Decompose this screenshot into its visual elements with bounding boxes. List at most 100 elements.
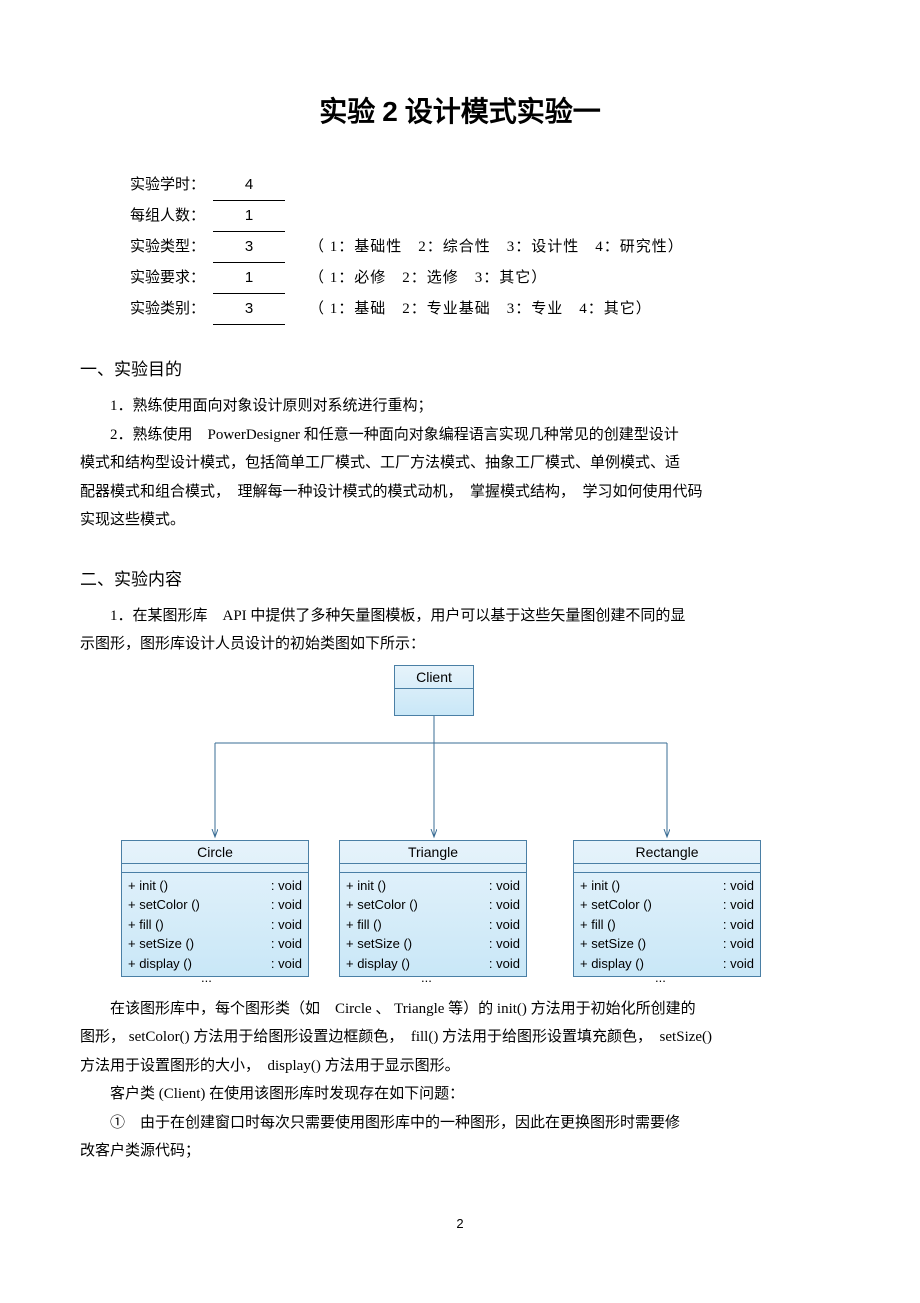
uml-class-name-client: Client — [395, 666, 473, 689]
experiment-meta: 实验学时： 4 每组人数： 1 实验类型： 3 （ 1：基础性 2：综合性 3：… — [130, 170, 820, 325]
op-ret: : void — [271, 895, 302, 915]
page-number: 2 — [80, 1216, 840, 1231]
op-sig: + init () — [580, 876, 620, 896]
meta-legend-req: （ 1：必修 2：选修 3：其它） — [309, 263, 547, 293]
uml-op-row: + setColor () : void — [128, 895, 302, 915]
meta-label-type: 实验类型： — [130, 232, 205, 262]
uml-op-row: + display () : void — [128, 954, 302, 974]
title-number: 2 — [382, 96, 398, 127]
meta-row-req: 实验要求： 1 （ 1：必修 2：选修 3：其它） — [130, 263, 820, 294]
uml-attrs-triangle — [340, 864, 526, 873]
meta-value-group: 1 — [213, 201, 285, 232]
meta-row-hours: 实验学时： 4 — [130, 170, 820, 201]
op-sig: + setColor () — [346, 895, 418, 915]
uml-ops-circle: + init () : void + setColor () : void + fi… — [122, 873, 308, 977]
purpose-item-2b: 模式和结构型设计模式，包括简单工厂模式、工厂方法模式、抽象工厂模式、单例模式、适 — [80, 449, 840, 478]
purpose-item-2a: 2．熟练使用 PowerDesigner 和任意一种面向对象编程语言实现几种常见… — [80, 421, 840, 450]
op-sig: + display () — [128, 954, 192, 974]
meta-label-hours: 实验学时： — [130, 170, 205, 200]
uml-op-row: + fill () : void — [128, 915, 302, 935]
section-heading-content: 二、实验内容 — [80, 565, 840, 590]
uml-class-name-triangle: Triangle — [340, 841, 526, 864]
meta-row-type: 实验类型： 3 （ 1：基础性 2：综合性 3：设计性 4：研究性） — [130, 232, 820, 263]
uml-op-row: + setSize () : void — [346, 934, 520, 954]
uml-ops-triangle: + init () : void + setColor () : void + fi… — [340, 873, 526, 977]
op-ret: : void — [723, 915, 754, 935]
content-item-1b: 示图形，图形库设计人员设计的初始类图如下所示： — [80, 630, 840, 659]
uml-ellipsis: ... — [421, 970, 432, 985]
uml-class-triangle: Triangle + init () : void + setColor () : … — [339, 840, 527, 978]
op-ret: : void — [723, 934, 754, 954]
content-item-1a: 1．在某图形库 API 中提供了多种矢量图模板，用户可以基于这些矢量图创建不同的… — [80, 602, 840, 631]
uml-op-row: + setSize () : void — [128, 934, 302, 954]
op-sig: + display () — [580, 954, 644, 974]
uml-class-body-client — [395, 689, 473, 715]
uml-op-row: + display () : void — [580, 954, 754, 974]
uml-class-name-rectangle: Rectangle — [574, 841, 760, 864]
op-sig: + setSize () — [580, 934, 646, 954]
uml-op-row: + setColor () : void — [346, 895, 520, 915]
section-heading-purpose: 一、实验目的 — [80, 355, 840, 380]
op-ret: : void — [271, 876, 302, 896]
uml-op-row: + display () : void — [346, 954, 520, 974]
op-ret: : void — [723, 876, 754, 896]
meta-value-hours: 4 — [213, 170, 285, 201]
op-ret: : void — [271, 954, 302, 974]
explanation-p6: 改客户类源代码； — [80, 1137, 840, 1166]
title-suffix: 设计模式实验一 — [398, 97, 601, 128]
op-ret: : void — [489, 954, 520, 974]
op-ret: : void — [489, 895, 520, 915]
page-title: 实验 2 设计模式实验一 — [80, 90, 840, 130]
uml-op-row: + setColor () : void — [580, 895, 754, 915]
uml-attrs-circle — [122, 864, 308, 873]
op-ret: : void — [271, 934, 302, 954]
op-sig: + fill () — [128, 915, 164, 935]
meta-row-cat: 实验类别： 3 （ 1：基础 2：专业基础 3：专业 4：其它） — [130, 294, 820, 325]
op-sig: + fill () — [346, 915, 382, 935]
meta-value-req: 1 — [213, 263, 285, 294]
explanation-p2: 图形， setColor() 方法用于给图形设置边框颜色， fill() 方法用… — [80, 1023, 840, 1052]
uml-op-row: + fill () : void — [346, 915, 520, 935]
op-sig: + setColor () — [128, 895, 200, 915]
meta-label-cat: 实验类别： — [130, 294, 205, 324]
meta-legend-cat: （ 1：基础 2：专业基础 3：专业 4：其它） — [309, 294, 652, 324]
op-ret: : void — [489, 876, 520, 896]
op-ret: : void — [271, 915, 302, 935]
op-sig: + init () — [346, 876, 386, 896]
op-ret: : void — [723, 954, 754, 974]
op-sig: + display () — [346, 954, 410, 974]
uml-op-row: + init () : void — [580, 876, 754, 896]
op-ret: : void — [489, 915, 520, 935]
op-sig: + init () — [128, 876, 168, 896]
meta-label-group: 每组人数： — [130, 201, 205, 231]
uml-attrs-rectangle — [574, 864, 760, 873]
uml-class-client: Client — [394, 665, 474, 716]
uml-op-row: + fill () : void — [580, 915, 754, 935]
uml-op-row: + init () : void — [346, 876, 520, 896]
op-sig: + setSize () — [128, 934, 194, 954]
op-ret: : void — [723, 895, 754, 915]
purpose-item-2c: 配器模式和组合模式， 理解每一种设计模式的模式动机， 掌握模式结构， 学习如何使… — [80, 478, 840, 507]
purpose-item-2d: 实现这些模式。 — [80, 506, 840, 535]
purpose-item-1: 1．熟练使用面向对象设计原则对系统进行重构； — [80, 392, 840, 421]
explanation-p3: 方法用于设置图形的大小， display() 方法用于显示图形。 — [80, 1052, 840, 1081]
op-sig: + fill () — [580, 915, 616, 935]
explanation-p5: ① 由于在创建窗口时每次只需要使用图形库中的一种图形，因此在更换图形时需要修 — [80, 1109, 840, 1138]
uml-class-circle: Circle + init () : void + setColor () : vo… — [121, 840, 309, 978]
uml-ellipsis: ... — [655, 970, 666, 985]
uml-class-name-circle: Circle — [122, 841, 308, 864]
meta-value-cat: 3 — [213, 294, 285, 325]
meta-row-group: 每组人数： 1 — [130, 201, 820, 232]
uml-diagram: Client Circle + init () : void + setColor… — [105, 665, 815, 995]
uml-class-rectangle: Rectangle + init () : void + setColor ():… — [573, 840, 761, 978]
title-prefix: 实验 — [319, 97, 382, 128]
uml-op-row: + init () : void — [128, 876, 302, 896]
op-sig: + setColor () — [580, 895, 652, 915]
op-ret: : void — [489, 934, 520, 954]
meta-value-type: 3 — [213, 232, 285, 263]
uml-op-row: + setSize () : void — [580, 934, 754, 954]
op-sig: + setSize () — [346, 934, 412, 954]
uml-ellipsis: ... — [201, 970, 212, 985]
meta-label-req: 实验要求： — [130, 263, 205, 293]
explanation-p4: 客户类 (Client) 在使用该图形库时发现存在如下问题： — [80, 1080, 840, 1109]
